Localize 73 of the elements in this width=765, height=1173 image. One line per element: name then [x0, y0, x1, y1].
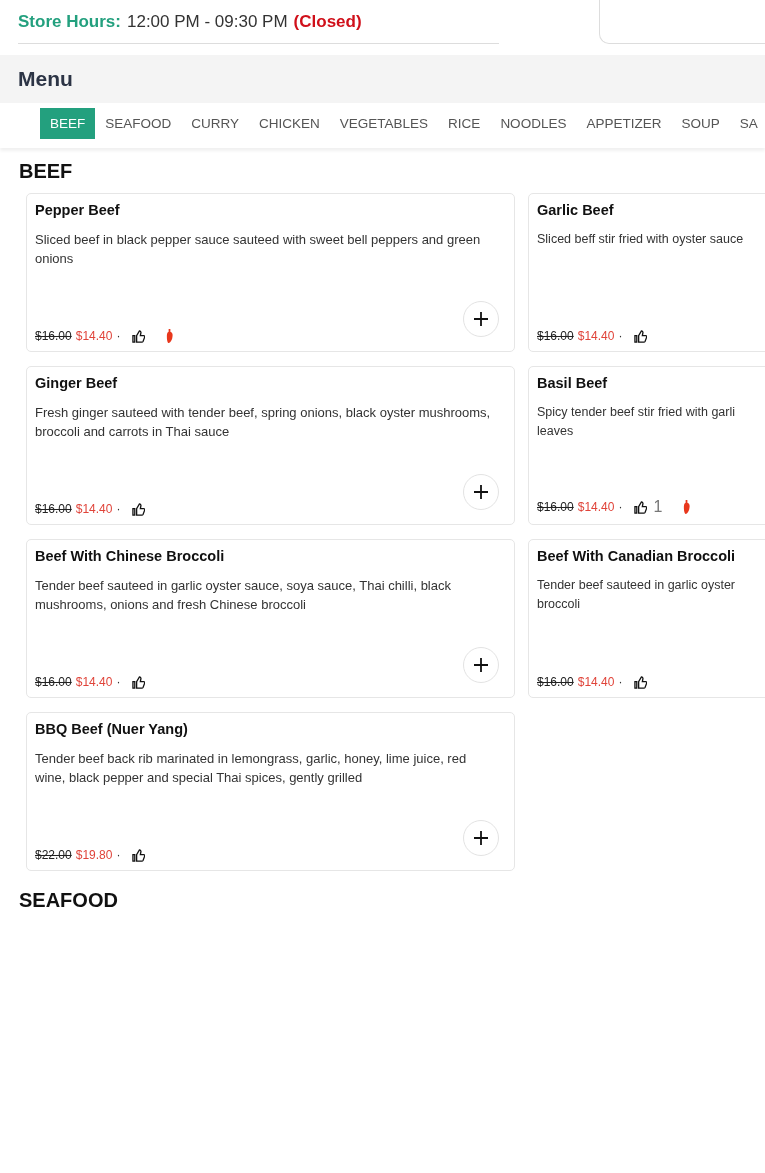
thumbs-up-icon[interactable] [132, 848, 146, 862]
separator-dot: · [116, 848, 121, 862]
thumbs-up-icon[interactable] [634, 675, 648, 689]
item-name: Pepper Beef [35, 202, 121, 218]
item-name: Beef With Chinese Broccoli [35, 548, 226, 564]
section-heading: SEAFOOD [19, 889, 119, 912]
original-price: $16.00 [35, 329, 72, 343]
plus-icon [473, 484, 489, 500]
category-tab[interactable]: CURRY [181, 108, 250, 139]
sale-price: $14.40 [75, 329, 113, 343]
section-heading: BEEF [19, 160, 74, 183]
category-tab[interactable]: RICE [438, 108, 491, 139]
menu-title: Menu [18, 67, 73, 91]
plus-icon [473, 830, 489, 846]
sale-price: $14.40 [577, 675, 615, 689]
menu-item-card[interactable]: Ginger Beef Fresh ginger sauteed with tender beef, spring onions, black oyster mushrooms, broccoli and carrots in Thai sauce $16.00 $14.40 · [26, 366, 515, 525]
sale-price: $14.40 [75, 675, 113, 689]
add-button[interactable] [463, 647, 499, 683]
category-tab[interactable]: NOODLES [490, 108, 577, 139]
separator-dot: · [116, 502, 121, 516]
like-count: 1 [653, 498, 663, 516]
thumbs-up-icon[interactable] [132, 675, 146, 689]
original-price: $16.00 [35, 502, 72, 516]
thumbs-up-icon[interactable] [132, 329, 146, 343]
item-description: Tender beef sauteed in garlic oyster sauce, soya sauce, Thai chilli, black mushrooms, onions and fresh Chinese broccoli [35, 577, 452, 614]
item-description: Spicy tender beef stir fried with garli leaves [537, 404, 736, 440]
item-description: Sliced beff stir fried with oyster sauce [537, 231, 745, 248]
store-status: (Closed) [293, 11, 362, 32]
add-button[interactable] [463, 474, 499, 510]
category-tab[interactable]: CHICKEN [249, 108, 330, 139]
sale-price: $14.40 [75, 502, 113, 516]
menu-item-card[interactable]: Garlic Beef Sliced beff stir fried with oyster sauce $16.00 $14.40 · [528, 193, 765, 352]
separator-dot: · [116, 329, 121, 343]
item-description: Tender beef sauteed in garlic oyster broccoli [537, 577, 737, 613]
menu-item-card[interactable]: BBQ Beef (Nuer Yang) Tender beef back rib marinated in lemongrass, garlic, honey, lime juice, red wine, black pepper and special Thai spices, gently grilled $22.00 $19.80 · [26, 712, 515, 871]
menu-item-card[interactable]: Beef With Canadian Broccoli Tender beef sauteed in garlic oyster broccoli $16.00 $14.40 · [528, 539, 765, 698]
separator-dot: · [618, 500, 623, 514]
plus-icon [473, 657, 489, 673]
sale-price: $14.40 [577, 329, 615, 343]
item-description: Tender beef back rib marinated in lemongrass, garlic, honey, lime juice, red wine, black pepper and special Thai spices, gently grilled [35, 750, 468, 787]
menu-item-card[interactable]: Beef With Chinese Broccoli Tender beef sauteed in garlic oyster sauce, soya sauce, Thai chilli, black mushrooms, onions and fresh Chinese broccoli $16.00 $14.40 · [26, 539, 515, 698]
menu-item-card[interactable]: Basil Beef Spicy tender beef stir fried with garli leaves $16.00 $14.40 · 1 [528, 366, 765, 525]
category-tab[interactable]: VEGETABLES [329, 108, 439, 139]
add-button[interactable] [463, 301, 499, 337]
category-tab[interactable]: APPETIZER [576, 108, 672, 139]
separator-dot: · [116, 675, 121, 689]
store-hours-label: Store Hours: [18, 11, 121, 32]
category-tab[interactable]: SEAFOOD [95, 108, 182, 139]
item-description: Fresh ginger sauteed with tender beef, spring onions, black oyster mushrooms, broccoli and carrots in Thai sauce [35, 404, 492, 441]
original-price: $22.00 [35, 848, 72, 862]
category-tab[interactable]: SOUP [671, 108, 730, 139]
sale-price: $14.40 [577, 500, 615, 514]
original-price: $16.00 [537, 500, 574, 514]
item-name: Basil Beef [537, 375, 609, 391]
separator-dot: · [618, 329, 623, 343]
item-name: Ginger Beef [35, 375, 119, 391]
thumbs-up-icon[interactable] [132, 502, 146, 516]
item-name: Beef With Canadian Broccoli [537, 548, 737, 564]
thumbs-up-icon[interactable] [634, 500, 648, 514]
item-description: Sliced beef in black pepper sauce sauteed with sweet bell peppers and green onions [35, 231, 482, 268]
plus-icon [473, 311, 489, 327]
thumbs-up-icon[interactable] [634, 329, 648, 343]
category-tab[interactable]: SA [729, 108, 758, 139]
add-button[interactable] [463, 820, 499, 856]
original-price: $16.00 [537, 329, 574, 343]
menu-item-card[interactable]: Pepper Beef Sliced beef in black pepper sauce sauteed with sweet bell peppers and green onions $16.00 $14.40 · [26, 193, 515, 352]
item-name: Garlic Beef [537, 202, 615, 218]
original-price: $16.00 [35, 675, 72, 689]
original-price: $16.00 [537, 675, 574, 689]
store-hours: 12:00 PM - 09:30 PM [126, 11, 288, 32]
item-name: BBQ Beef (Nuer Yang) [35, 721, 189, 737]
separator-dot: · [618, 675, 623, 689]
sale-price: $19.80 [75, 848, 113, 862]
